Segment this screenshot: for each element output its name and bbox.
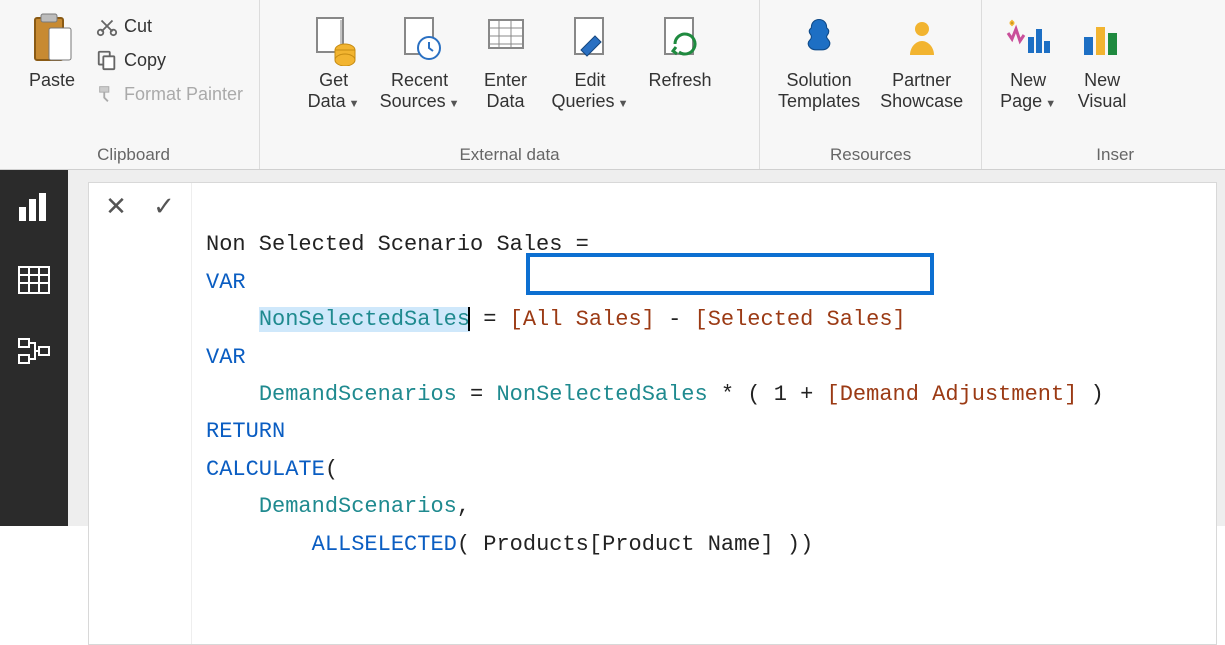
get-data-label: Get Data — [308, 70, 348, 111]
var-demandscenarios: DemandScenarios — [259, 382, 457, 407]
ribbon-group-clipboard: Paste Cut Copy — [8, 0, 260, 169]
partner-showcase-label: Partner Showcase — [880, 70, 963, 111]
enter-data-label: Enter Data — [484, 70, 527, 111]
cut-label: Cut — [124, 16, 152, 37]
nav-data-view[interactable] — [12, 258, 56, 302]
format-painter-icon — [96, 83, 118, 105]
format-painter-button[interactable]: Format Painter — [92, 78, 247, 110]
ribbon-group-insert: New Page▼ New Visual Inser — [982, 0, 1134, 169]
enter-data-button[interactable]: Enter Data — [474, 4, 538, 113]
formula-controls: ✕ ✓ — [89, 183, 192, 644]
formula-cancel-button[interactable]: ✕ — [99, 189, 133, 223]
formula-editor[interactable]: Non Selected Scenario Sales = VAR NonSel… — [192, 183, 1216, 644]
partner-showcase-icon — [898, 8, 946, 70]
formula-bar: ✕ ✓ Non Selected Scenario Sales = VAR No… — [88, 182, 1217, 645]
edit-queries-button[interactable]: Edit Queries▼ — [546, 4, 635, 113]
copy-button[interactable]: Copy — [92, 44, 247, 76]
bar-chart-icon — [17, 193, 51, 223]
new-visual-button[interactable]: New Visual — [1070, 4, 1134, 113]
measure-name: Non Selected Scenario Sales — [206, 232, 562, 257]
refresh-button[interactable]: Refresh — [642, 4, 717, 93]
format-painter-label: Format Painter — [124, 84, 243, 105]
clipboard-side-buttons: Cut Copy Format Painter — [92, 4, 247, 110]
ribbon-group-label-external-data: External data — [272, 145, 747, 165]
new-page-icon — [1004, 8, 1052, 70]
copy-icon — [96, 49, 118, 71]
ribbon: Paste Cut Copy — [0, 0, 1225, 170]
nav-report-view[interactable] — [12, 186, 56, 230]
recent-sources-label: Recent Sources — [380, 70, 448, 111]
measure-all-sales: [All Sales] — [510, 307, 655, 332]
measure-demand-adjustment: [Demand Adjustment] — [827, 382, 1078, 407]
func-allselected: ALLSELECTED — [312, 532, 457, 557]
side-nav — [0, 170, 68, 526]
keyword-var: VAR — [206, 270, 246, 295]
get-data-icon — [311, 8, 357, 70]
close-icon: ✕ — [105, 191, 127, 222]
get-data-button[interactable]: Get Data▼ — [302, 4, 366, 113]
edit-queries-icon — [567, 8, 613, 70]
partner-showcase-button[interactable]: Partner Showcase — [874, 4, 969, 113]
ref-demandscenarios: DemandScenarios — [259, 494, 457, 519]
enter-data-icon — [483, 8, 529, 70]
copy-label: Copy — [124, 50, 166, 71]
paste-button[interactable]: Paste — [20, 4, 84, 93]
dropdown-caret-icon: ▼ — [449, 98, 460, 110]
dropdown-caret-icon: ▼ — [618, 98, 629, 110]
check-icon: ✓ — [153, 191, 175, 222]
new-visual-icon — [1078, 8, 1126, 70]
keyword-var: VAR — [206, 345, 246, 370]
new-page-label: New Page — [1000, 70, 1046, 111]
solution-templates-icon — [793, 8, 845, 70]
edit-queries-label: Edit Queries — [552, 70, 615, 111]
model-icon — [17, 337, 51, 367]
solution-templates-label: Solution Templates — [778, 70, 860, 111]
measure-selected-sales: [Selected Sales] — [695, 307, 906, 332]
paste-icon — [29, 8, 75, 70]
refresh-icon — [657, 8, 703, 70]
new-page-button[interactable]: New Page▼ — [994, 4, 1062, 113]
nav-model-view[interactable] — [12, 330, 56, 374]
cut-button[interactable]: Cut — [92, 10, 247, 42]
cut-icon — [96, 15, 118, 37]
ribbon-group-external-data: Get Data▼ Recent Sources▼ Enter Data Edi… — [260, 0, 760, 169]
func-calculate: CALCULATE — [206, 457, 325, 482]
ref-nonselectedsales: NonSelectedSales — [496, 382, 707, 407]
new-visual-label: New Visual — [1078, 70, 1127, 111]
solution-templates-button[interactable]: Solution Templates — [772, 4, 866, 113]
formula-commit-button[interactable]: ✓ — [147, 189, 181, 223]
dropdown-caret-icon: ▼ — [1045, 98, 1056, 110]
dropdown-caret-icon: ▼ — [349, 98, 360, 110]
refresh-label: Refresh — [648, 70, 711, 91]
ribbon-group-label-resources: Resources — [772, 145, 969, 165]
recent-sources-icon — [397, 8, 443, 70]
keyword-return: RETURN — [206, 419, 285, 444]
ribbon-group-resources: Solution Templates Partner Showcase Reso… — [760, 0, 982, 169]
recent-sources-button[interactable]: Recent Sources▼ — [374, 4, 466, 113]
ribbon-group-label-insert: Inser — [994, 145, 1134, 165]
ribbon-group-label-clipboard: Clipboard — [20, 145, 247, 165]
paste-label: Paste — [29, 70, 75, 91]
table-icon — [18, 266, 50, 294]
col-product-name: Products[Product Name] — [483, 532, 773, 557]
var-nonselectedsales: NonSelectedSales — [259, 307, 470, 332]
highlight-annotation — [526, 253, 934, 295]
